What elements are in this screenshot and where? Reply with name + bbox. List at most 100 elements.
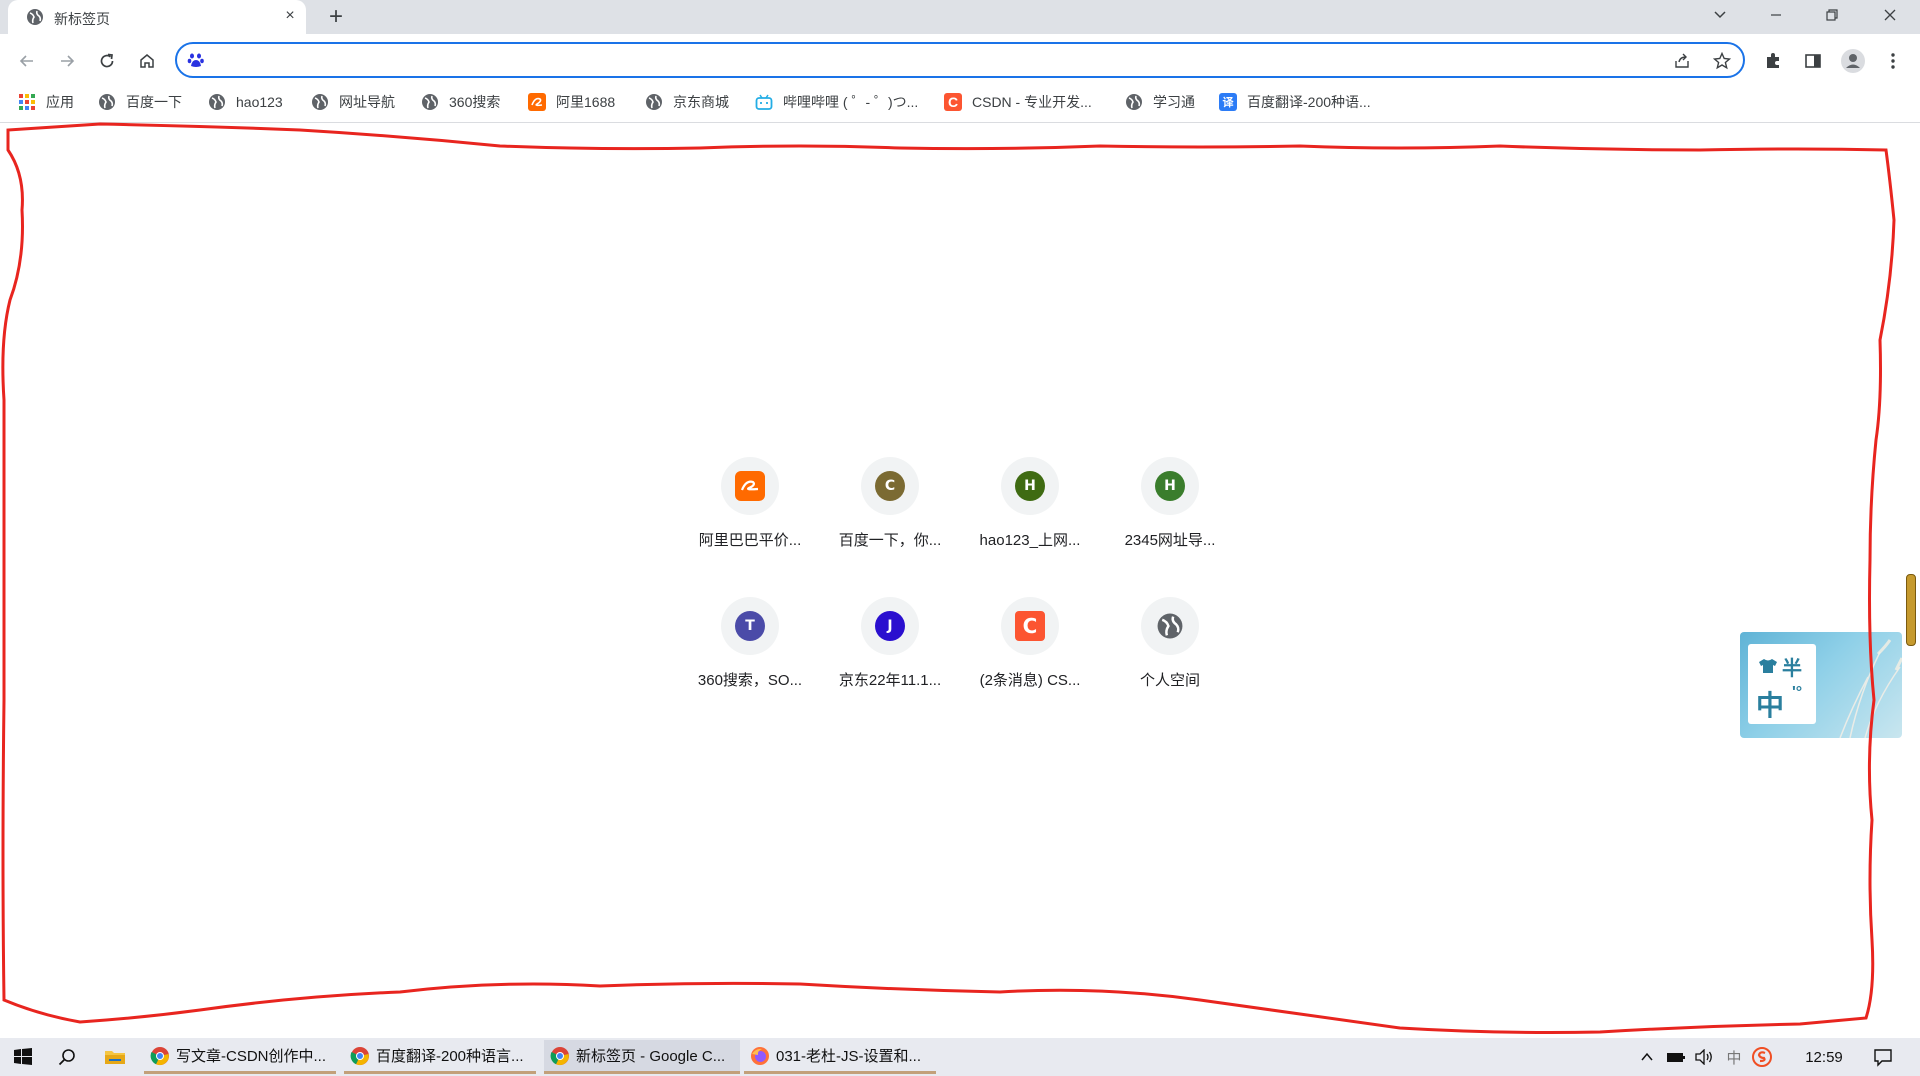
- scrollbar-thumb[interactable]: [1906, 574, 1916, 646]
- ime-language-mode: 中: [1756, 690, 1785, 721]
- bookmark-label: 百度翻译-200种语...: [1247, 94, 1371, 110]
- ime-width-mode: 半: [1782, 658, 1802, 680]
- back-button[interactable]: [12, 46, 42, 76]
- ime-indicator[interactable]: 中: [1722, 1044, 1746, 1070]
- shortcut-tile[interactable]: T 360搜索，SO...: [685, 597, 815, 717]
- globe-icon: [312, 94, 328, 110]
- taskbar-item-csdn-chrome[interactable]: 写文章-CSDN创作中...: [144, 1040, 336, 1074]
- bookmark-bilibili[interactable]: 哔哩哔哩 ( ゜- ゜)つ...: [755, 90, 918, 114]
- chrome-icon: [350, 1046, 369, 1065]
- reload-button[interactable]: [92, 46, 122, 76]
- shortcut-tile[interactable]: C 百度一下，你...: [825, 457, 955, 577]
- file-explorer-button[interactable]: [100, 1044, 130, 1070]
- csdn-icon: C: [944, 93, 962, 111]
- bookmark-baidu-translate[interactable]: 译 百度翻译-200种语...: [1219, 90, 1371, 114]
- bookmark-csdn[interactable]: C CSDN - 专业开发...: [944, 90, 1092, 114]
- bookmark-jd[interactable]: 京东商城: [645, 90, 729, 114]
- search-icon: [58, 1049, 75, 1066]
- globe-icon: [209, 94, 225, 110]
- bookmark-label: hao123: [236, 94, 283, 110]
- letter-h-icon: H: [1155, 471, 1185, 501]
- restore-button[interactable]: [1808, 0, 1856, 30]
- forward-arrow-icon: [61, 55, 75, 67]
- windows-logo-icon: [14, 1048, 32, 1065]
- restore-icon: [1826, 9, 1838, 21]
- letter-c-icon: C: [875, 471, 905, 501]
- tab-search-button[interactable]: [1696, 0, 1744, 30]
- bookmark-label: 阿里1688: [556, 94, 616, 110]
- sogou-ime-button[interactable]: [1750, 1044, 1774, 1070]
- home-icon: [140, 54, 154, 68]
- clock[interactable]: 12:59: [1788, 1044, 1860, 1070]
- bookmark-baidu[interactable]: 百度一下: [98, 90, 182, 114]
- bookmark-1688[interactable]: 阿里1688: [528, 90, 615, 114]
- home-button[interactable]: [132, 46, 162, 76]
- baidu-paw-icon: [187, 53, 204, 67]
- shortcut-tile[interactable]: H hao123_上网...: [965, 457, 1095, 577]
- red-annotation-outline: [1, 122, 1896, 1034]
- bookmark-label: 京东商城: [673, 94, 729, 110]
- csdn-icon: C: [1015, 611, 1045, 641]
- shortcut-label: 阿里巴巴平价...: [698, 532, 802, 549]
- chevron-up-icon: [1641, 1052, 1653, 1061]
- globe-icon: [99, 94, 115, 110]
- globe-icon: [422, 94, 438, 110]
- shortcut-label: (2条消息) CS...: [979, 672, 1081, 689]
- shortcut-tile[interactable]: J 京东22年11.1...: [825, 597, 955, 717]
- extensions-button[interactable]: [1758, 46, 1788, 76]
- new-tab-button[interactable]: +: [322, 4, 350, 32]
- globe-icon: [27, 9, 43, 25]
- globe-icon: [646, 94, 662, 110]
- bookmark-apps[interactable]: 应用: [18, 90, 74, 114]
- taskbar-item-firefox[interactable]: 031-老杜-JS-设置和...: [744, 1040, 936, 1074]
- speaker-icon: [1695, 1049, 1712, 1065]
- search-button[interactable]: [52, 1044, 82, 1070]
- battery-button[interactable]: [1664, 1044, 1688, 1070]
- more-vert-icon: [1891, 53, 1895, 69]
- share-button[interactable]: [1671, 50, 1693, 72]
- tab-close-button[interactable]: ×: [280, 6, 300, 26]
- close-window-button[interactable]: [1866, 0, 1914, 30]
- address-bar[interactable]: [175, 42, 1745, 78]
- bookmark-url-nav[interactable]: 网址导航: [311, 90, 395, 114]
- menu-button[interactable]: [1878, 46, 1908, 76]
- notifications-button[interactable]: [1868, 1044, 1898, 1070]
- shortcut-icon-bg: H: [1141, 457, 1199, 515]
- back-arrow-icon: [19, 55, 33, 67]
- shortcut-tile[interactable]: 阿里巴巴平价...: [685, 457, 815, 577]
- puzzle-icon: [1767, 53, 1779, 68]
- start-button[interactable]: [8, 1044, 38, 1070]
- baidu-translate-icon: 译: [1219, 93, 1237, 111]
- shortcut-icon-bg: C: [861, 457, 919, 515]
- taskbar-item-baidu-translate-chrome[interactable]: 百度翻译-200种语言...: [344, 1040, 536, 1074]
- forward-button[interactable]: [52, 46, 82, 76]
- bookmark-hao123[interactable]: hao123: [208, 90, 283, 114]
- profile-button[interactable]: [1838, 46, 1868, 76]
- minimize-button[interactable]: [1752, 0, 1800, 30]
- taskbar-item-new-tab-chrome[interactable]: 新标签页 - Google C...: [544, 1040, 740, 1074]
- close-icon: [1884, 9, 1896, 21]
- bookmark-star-button[interactable]: [1711, 50, 1733, 72]
- bookmark-xuexitong[interactable]: 学习通: [1125, 90, 1195, 114]
- tab-new-tab[interactable]: 新标签页 ×: [8, 0, 306, 34]
- bookmark-360[interactable]: 360搜索: [421, 90, 500, 114]
- bilibili-icon: [755, 94, 773, 110]
- shortcut-tile[interactable]: C (2条消息) CS...: [965, 597, 1095, 717]
- volume-button[interactable]: [1692, 1044, 1716, 1070]
- shortcut-label: 2345网址导...: [1124, 532, 1216, 549]
- address-input[interactable]: [215, 48, 1659, 74]
- taskbar-item-label: 百度翻译-200种语言...: [376, 1048, 524, 1065]
- sogou-icon: [1752, 1047, 1772, 1067]
- side-panel-button[interactable]: [1798, 46, 1828, 76]
- firefox-icon: [751, 1046, 769, 1065]
- shortcut-label: hao123_上网...: [979, 532, 1081, 549]
- shortcut-icon-bg: C: [1001, 597, 1059, 655]
- show-hidden-icons-button[interactable]: [1636, 1044, 1658, 1070]
- shortcut-tile[interactable]: H 2345网址导...: [1105, 457, 1235, 577]
- ime-status-widget[interactable]: 半 中 '°: [1740, 632, 1902, 738]
- shortcut-tile[interactable]: 个人空间: [1105, 597, 1235, 717]
- shortcut-label: 个人空间: [1139, 672, 1200, 689]
- shortcut-label: 京东22年11.1...: [838, 672, 942, 689]
- shortcut-icon-bg: J: [861, 597, 919, 655]
- tab-title: 新标签页: [54, 11, 110, 27]
